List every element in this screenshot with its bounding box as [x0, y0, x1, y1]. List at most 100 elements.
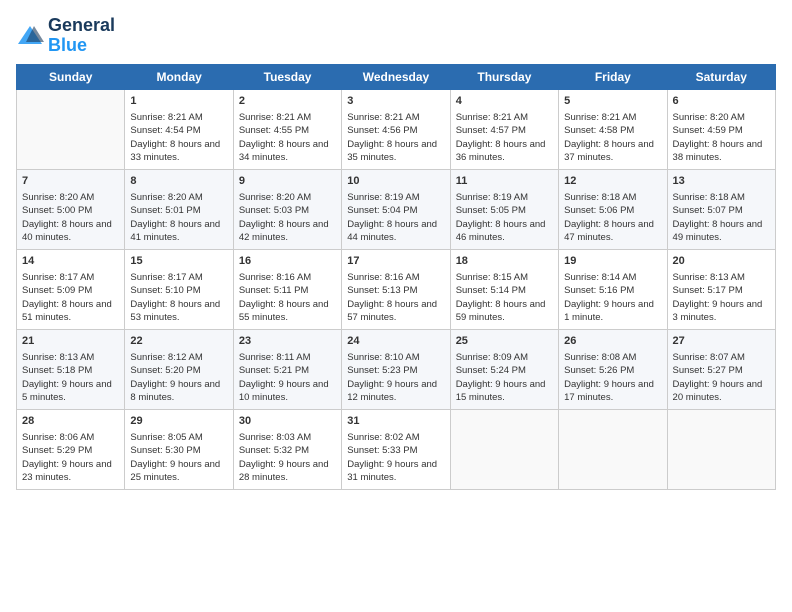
cell-info: Sunrise: 8:17 AM Sunset: 5:10 PM Dayligh… — [130, 272, 220, 323]
calendar-cell: 9 Sunrise: 8:20 AM Sunset: 5:03 PM Daylig… — [233, 169, 341, 249]
cell-info: Sunrise: 8:07 AM Sunset: 5:27 PM Dayligh… — [673, 352, 763, 403]
cell-info: Sunrise: 8:21 AM Sunset: 4:55 PM Dayligh… — [239, 112, 329, 163]
cell-info: Sunrise: 8:20 AM Sunset: 5:01 PM Dayligh… — [130, 192, 220, 243]
cell-info: Sunrise: 8:13 AM Sunset: 5:17 PM Dayligh… — [673, 272, 763, 323]
calendar-cell: 14 Sunrise: 8:17 AM Sunset: 5:09 PM Dayli… — [17, 249, 125, 329]
cell-info: Sunrise: 8:21 AM Sunset: 4:54 PM Dayligh… — [130, 112, 220, 163]
calendar-cell: 3 Sunrise: 8:21 AM Sunset: 4:56 PM Daylig… — [342, 89, 450, 169]
column-header-friday: Friday — [559, 64, 667, 89]
day-number: 12 — [564, 174, 661, 189]
day-number: 26 — [564, 334, 661, 349]
calendar-cell: 5Sunrise: 8:21 AM Sunset: 4:58 PM Daylig… — [559, 89, 667, 169]
day-number: 23 — [239, 334, 336, 349]
cell-info: Sunrise: 8:09 AM Sunset: 5:24 PM Dayligh… — [456, 352, 546, 403]
cell-info: Sunrise: 8:02 AM Sunset: 5:33 PM Dayligh… — [347, 432, 437, 483]
logo-text: General Blue — [48, 16, 115, 56]
cell-info: Sunrise: 8:18 AM Sunset: 5:07 PM Dayligh… — [673, 192, 763, 243]
calendar-cell: 16 Sunrise: 8:16 AM Sunset: 5:11 PM Dayli… — [233, 249, 341, 329]
calendar-cell: 11 Sunrise: 8:19 AM Sunset: 5:05 PM Dayli… — [450, 169, 558, 249]
calendar-cell: 19Sunrise: 8:14 AM Sunset: 5:16 PM Dayli… — [559, 249, 667, 329]
calendar-cell: 7Sunrise: 8:20 AM Sunset: 5:00 PM Daylig… — [17, 169, 125, 249]
day-number: 8 — [130, 174, 227, 189]
day-number: 7 — [22, 174, 119, 189]
calendar-cell: 8 Sunrise: 8:20 AM Sunset: 5:01 PM Daylig… — [125, 169, 233, 249]
calendar-cell: 12 Sunrise: 8:18 AM Sunset: 5:06 PM Dayli… — [559, 169, 667, 249]
day-number: 27 — [673, 334, 770, 349]
cell-info: Sunrise: 8:19 AM Sunset: 5:05 PM Dayligh… — [456, 192, 546, 243]
calendar-body: 1 Sunrise: 8:21 AM Sunset: 4:54 PM Daylig… — [17, 89, 776, 489]
week-row-0: 1 Sunrise: 8:21 AM Sunset: 4:54 PM Daylig… — [17, 89, 776, 169]
day-number: 28 — [22, 414, 119, 429]
week-row-2: 14 Sunrise: 8:17 AM Sunset: 5:09 PM Dayli… — [17, 249, 776, 329]
calendar-cell: 29 Sunrise: 8:05 AM Sunset: 5:30 PM Dayli… — [125, 409, 233, 489]
cell-info: Sunrise: 8:21 AM Sunset: 4:56 PM Dayligh… — [347, 112, 437, 163]
day-number: 16 — [239, 254, 336, 269]
day-number: 2 — [239, 94, 336, 109]
day-number: 11 — [456, 174, 553, 189]
day-number: 25 — [456, 334, 553, 349]
cell-info: Sunrise: 8:05 AM Sunset: 5:30 PM Dayligh… — [130, 432, 220, 483]
cell-info: Sunrise: 8:08 AM Sunset: 5:26 PM Dayligh… — [564, 352, 654, 403]
day-number: 4 — [456, 94, 553, 109]
week-row-4: 28 Sunrise: 8:06 AM Sunset: 5:29 PM Dayli… — [17, 409, 776, 489]
calendar-cell: 18 Sunrise: 8:15 AM Sunset: 5:14 PM Dayli… — [450, 249, 558, 329]
day-number: 22 — [130, 334, 227, 349]
calendar-cell: 10 Sunrise: 8:19 AM Sunset: 5:04 PM Dayli… — [342, 169, 450, 249]
day-number: 10 — [347, 174, 444, 189]
calendar-cell: 22 Sunrise: 8:12 AM Sunset: 5:20 PM Dayli… — [125, 329, 233, 409]
calendar-cell — [450, 409, 558, 489]
day-number: 31 — [347, 414, 444, 429]
calendar-cell: 26 Sunrise: 8:08 AM Sunset: 5:26 PM Dayli… — [559, 329, 667, 409]
day-number: 6 — [673, 94, 770, 109]
page-container: General Blue SundayMondayTuesdayWednesda… — [0, 0, 792, 498]
cell-info: Sunrise: 8:16 AM Sunset: 5:11 PM Dayligh… — [239, 272, 329, 323]
cell-info: Sunrise: 8:13 AM Sunset: 5:18 PM Dayligh… — [22, 352, 112, 403]
day-number: 21 — [22, 334, 119, 349]
calendar-cell: 23 Sunrise: 8:11 AM Sunset: 5:21 PM Dayli… — [233, 329, 341, 409]
column-header-sunday: Sunday — [17, 64, 125, 89]
day-number: 24 — [347, 334, 444, 349]
cell-info: Sunrise: 8:21 AM Sunset: 4:57 PM Dayligh… — [456, 112, 546, 163]
column-header-monday: Monday — [125, 64, 233, 89]
day-number: 3 — [347, 94, 444, 109]
column-header-saturday: Saturday — [667, 64, 775, 89]
calendar-cell: 1 Sunrise: 8:21 AM Sunset: 4:54 PM Daylig… — [125, 89, 233, 169]
column-header-tuesday: Tuesday — [233, 64, 341, 89]
cell-info: Sunrise: 8:18 AM Sunset: 5:06 PM Dayligh… — [564, 192, 654, 243]
header: General Blue — [16, 16, 776, 56]
calendar-table: SundayMondayTuesdayWednesdayThursdayFrid… — [16, 64, 776, 490]
cell-info: Sunrise: 8:17 AM Sunset: 5:09 PM Dayligh… — [22, 272, 112, 323]
calendar-cell: 15Sunrise: 8:17 AM Sunset: 5:10 PM Dayli… — [125, 249, 233, 329]
logo-icon — [16, 22, 44, 50]
calendar-cell: 24Sunrise: 8:10 AM Sunset: 5:23 PM Dayli… — [342, 329, 450, 409]
day-number: 13 — [673, 174, 770, 189]
week-row-3: 21 Sunrise: 8:13 AM Sunset: 5:18 PM Dayli… — [17, 329, 776, 409]
day-number: 9 — [239, 174, 336, 189]
calendar-cell: 6 Sunrise: 8:20 AM Sunset: 4:59 PM Daylig… — [667, 89, 775, 169]
cell-info: Sunrise: 8:06 AM Sunset: 5:29 PM Dayligh… — [22, 432, 112, 483]
cell-info: Sunrise: 8:19 AM Sunset: 5:04 PM Dayligh… — [347, 192, 437, 243]
cell-info: Sunrise: 8:03 AM Sunset: 5:32 PM Dayligh… — [239, 432, 329, 483]
day-number: 20 — [673, 254, 770, 269]
day-number: 18 — [456, 254, 553, 269]
column-header-thursday: Thursday — [450, 64, 558, 89]
day-number: 5 — [564, 94, 661, 109]
calendar-cell — [17, 89, 125, 169]
cell-info: Sunrise: 8:11 AM Sunset: 5:21 PM Dayligh… — [239, 352, 329, 403]
calendar-cell: 27 Sunrise: 8:07 AM Sunset: 5:27 PM Dayli… — [667, 329, 775, 409]
day-number: 1 — [130, 94, 227, 109]
cell-info: Sunrise: 8:15 AM Sunset: 5:14 PM Dayligh… — [456, 272, 546, 323]
day-number: 29 — [130, 414, 227, 429]
day-number: 14 — [22, 254, 119, 269]
calendar-cell: 20 Sunrise: 8:13 AM Sunset: 5:17 PM Dayli… — [667, 249, 775, 329]
logo: General Blue — [16, 16, 115, 56]
calendar-cell: 2 Sunrise: 8:21 AM Sunset: 4:55 PM Daylig… — [233, 89, 341, 169]
calendar-cell: 30Sunrise: 8:03 AM Sunset: 5:32 PM Dayli… — [233, 409, 341, 489]
week-row-1: 7Sunrise: 8:20 AM Sunset: 5:00 PM Daylig… — [17, 169, 776, 249]
calendar-cell: 17Sunrise: 8:16 AM Sunset: 5:13 PM Dayli… — [342, 249, 450, 329]
cell-info: Sunrise: 8:20 AM Sunset: 4:59 PM Dayligh… — [673, 112, 763, 163]
cell-info: Sunrise: 8:20 AM Sunset: 5:03 PM Dayligh… — [239, 192, 329, 243]
calendar-cell: 13 Sunrise: 8:18 AM Sunset: 5:07 PM Dayli… — [667, 169, 775, 249]
calendar-cell: 28 Sunrise: 8:06 AM Sunset: 5:29 PM Dayli… — [17, 409, 125, 489]
cell-info: Sunrise: 8:12 AM Sunset: 5:20 PM Dayligh… — [130, 352, 220, 403]
